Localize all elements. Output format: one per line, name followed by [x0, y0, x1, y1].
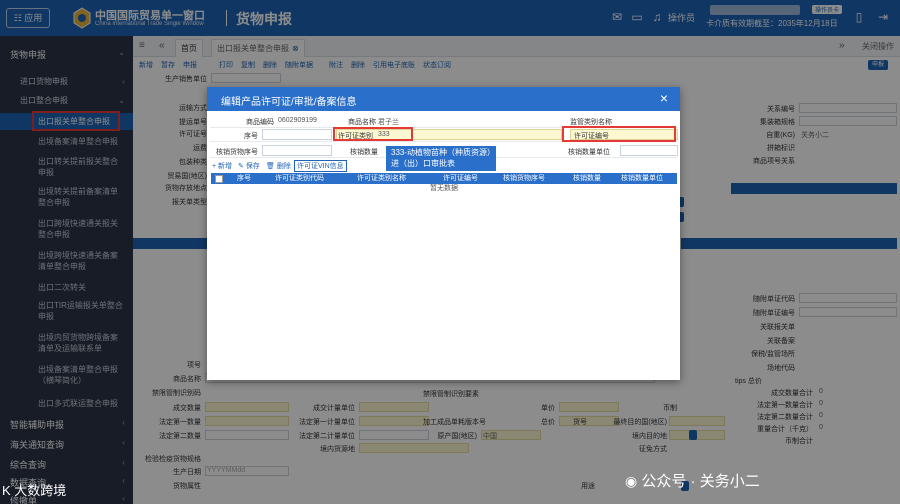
save-label: 保存: [245, 163, 260, 170]
dialog-row-2: 序号 许可证类别 333 许可证编号: [210, 128, 678, 142]
label-supervision-category: 监管类别名称: [570, 119, 612, 126]
label-goods-code: 商品编码: [246, 119, 274, 126]
watermark-right-text: 公众号 · 关务小二: [641, 473, 760, 490]
license-edit-dialog: 编辑产品许可证/审批/备案信息 × 商品编码 0602909199 商品名称 君…: [207, 87, 680, 380]
table-empty-text: 暂无数据: [430, 185, 458, 192]
dialog-header: 编辑产品许可证/审批/备案信息 ×: [207, 87, 680, 111]
col-seq: 序号: [237, 175, 251, 182]
col-license-type-name: 许可证类别名称: [357, 175, 406, 182]
license-type-tooltip: 333-动植物苗种（种质资源）进（出）口审批表: [386, 146, 496, 171]
license-type-value: 333: [378, 131, 390, 138]
watermark-left-text: 大数跨境: [14, 483, 67, 498]
label-goods-name: 商品名称: [348, 119, 376, 126]
col-verify-unit: 核销数量单位: [621, 175, 663, 182]
select-all-checkbox[interactable]: [215, 175, 223, 183]
watermark-right: ◉ 公众号 · 关务小二: [625, 470, 900, 500]
dialog-save-button[interactable]: ✎ 保存: [238, 161, 260, 171]
add-label: 新增: [218, 163, 233, 170]
goods-name-value: 君子兰: [378, 119, 399, 126]
label-seq-no: 序号: [244, 133, 258, 140]
col-license-type-code: 许可证类别代码: [275, 175, 324, 182]
label-license-type: 许可证类别: [338, 133, 373, 140]
license-table-header: 序号 许可证类别代码 许可证类别名称 许可证编号 核销货物序号 核销数量 核销数…: [211, 173, 677, 184]
col-verify-seq: 核销货物序号: [503, 175, 545, 182]
field-seq-no[interactable]: [262, 129, 332, 140]
col-verify-qty: 核销数量: [573, 175, 601, 182]
field-verify-unit[interactable]: [620, 145, 678, 156]
brand-mark-icon: K: [2, 483, 11, 498]
close-icon[interactable]: ×: [660, 90, 668, 106]
dialog-delete-button[interactable]: 🗑 删除: [266, 161, 291, 171]
label-license-no: 许可证编号: [574, 133, 609, 140]
col-license-no: 许可证编号: [443, 175, 478, 182]
wechat-icon: ◉: [625, 473, 638, 489]
goods-code-value: 0602909199: [278, 117, 317, 124]
watermark-left: K 大数跨境: [2, 480, 66, 499]
dialog-row-1: 商品编码 0602909199 商品名称 君子兰 监管类别名称: [210, 115, 677, 128]
dialog-title: 编辑产品许可证/审批/备案信息: [221, 97, 357, 108]
delete-label: 删除: [276, 163, 291, 170]
label-verify-seq: 核销货物序号: [216, 149, 258, 156]
label-verify-unit: 核销数量单位: [568, 149, 610, 156]
field-verify-seq[interactable]: [262, 145, 332, 156]
dialog-add-button[interactable]: + 新增: [212, 161, 232, 171]
license-vin-button[interactable]: 许可证VIN信息: [294, 160, 347, 172]
label-verify-qty: 核销数量: [350, 149, 378, 156]
